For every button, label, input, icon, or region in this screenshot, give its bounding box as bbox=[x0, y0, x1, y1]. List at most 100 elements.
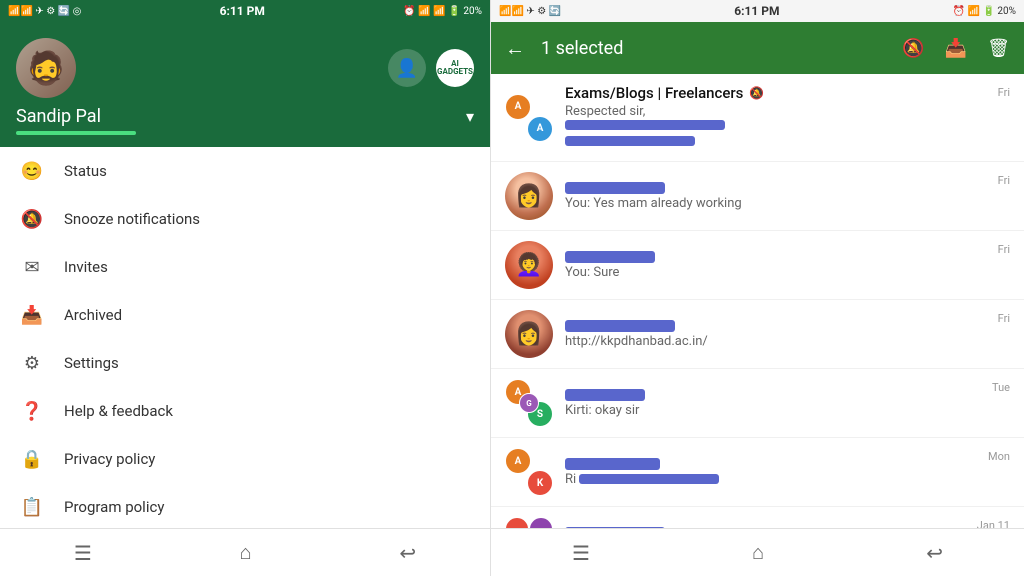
program-icon: 📋 bbox=[20, 495, 44, 519]
chat-item[interactable]: A S G Kirti: okay sir Tue bbox=[491, 369, 1024, 438]
help-icon: ❓ bbox=[20, 399, 44, 423]
chat-content: http://kkpdhanbad.ac.in/ bbox=[565, 320, 986, 349]
chat-item[interactable]: 👩 http://kkpdhanbad.ac.in/ Fri bbox=[491, 300, 1024, 369]
avatar: 👩 bbox=[505, 172, 553, 220]
selected-count: 1 selected bbox=[541, 38, 886, 59]
chat-item[interactable]: to this... Jan 11 bbox=[491, 507, 1024, 528]
menu-label-settings: Settings bbox=[64, 354, 119, 372]
chat-time: Fri bbox=[998, 243, 1010, 256]
privacy-icon: 🔒 bbox=[20, 447, 44, 471]
time-right: 6:11 PM bbox=[734, 4, 779, 18]
chat-preview: Kirti: okay sir bbox=[565, 403, 980, 418]
avatar: 👩 bbox=[505, 310, 553, 358]
menu-label-snooze: Snooze notifications bbox=[64, 210, 200, 228]
person-icon: 👤 bbox=[396, 58, 418, 79]
profile-name: Sandip Pal bbox=[16, 106, 101, 127]
menu-section: 😊 Status 🔕 Snooze notifications ✉ Invite… bbox=[0, 147, 490, 528]
dropdown-arrow-icon[interactable]: ▾ bbox=[466, 107, 474, 126]
menu-item-invites[interactable]: ✉ Invites bbox=[0, 243, 490, 291]
back-nav-right-icon[interactable]: ↩ bbox=[926, 541, 943, 565]
chat-content: Kirti: okay sir bbox=[565, 389, 980, 418]
chat-name bbox=[565, 251, 986, 263]
chat-name bbox=[565, 527, 965, 529]
status-bar-left: 📶📶 ✈ ⚙ 🔄 ◎ 6:11 PM ⏰ 📶 📶 🔋 20% bbox=[0, 0, 490, 22]
chat-name bbox=[565, 320, 986, 332]
right-panel: 📶📶 ✈ ⚙ 🔄 6:11 PM ⏰ 📶 🔋 20% ← 1 selected … bbox=[490, 0, 1024, 576]
chat-content: You: Sure bbox=[565, 251, 986, 280]
back-nav-icon[interactable]: ↩ bbox=[399, 541, 416, 565]
account-icon[interactable]: 👤 bbox=[388, 49, 426, 87]
chat-item[interactable]: A K Ri Mon bbox=[491, 438, 1024, 507]
menu-label-program: Program policy bbox=[64, 498, 164, 516]
action-icons: 🔕 📥 🗑 bbox=[902, 38, 1010, 59]
chat-item[interactable]: A A Exams/Blogs | Freelancers 🔕 Respecte… bbox=[491, 74, 1024, 162]
settings-icon: ⚙ bbox=[20, 351, 44, 375]
profile-status-bar bbox=[16, 131, 136, 135]
left-panel: 📶📶 ✈ ⚙ 🔄 ◎ 6:11 PM ⏰ 📶 📶 🔋 20% 🧔 👤 AIGAD… bbox=[0, 0, 490, 576]
avatar-group: A S G bbox=[505, 379, 553, 427]
muted-icon: 🔕 bbox=[749, 86, 764, 100]
chat-time: Jan 11 bbox=[977, 519, 1010, 528]
profile-header: 🧔 👤 AIGADGETS Sandip Pal ▾ bbox=[0, 22, 490, 147]
chat-content: to this... bbox=[565, 527, 965, 529]
menu-item-snooze[interactable]: 🔕 Snooze notifications bbox=[0, 195, 490, 243]
chat-name: Exams/Blogs | Freelancers 🔕 bbox=[565, 84, 986, 102]
chat-preview: Respected sir, bbox=[565, 104, 986, 151]
chat-content: Exams/Blogs | Freelancers 🔕 Respected si… bbox=[565, 84, 986, 151]
status-icon: 😊 bbox=[20, 159, 44, 183]
chat-time: Fri bbox=[998, 86, 1010, 99]
home-nav-icon[interactable]: ⌂ bbox=[240, 540, 252, 565]
delete-action-icon[interactable]: 🗑 bbox=[987, 38, 1010, 59]
menu-item-archived[interactable]: 📥 Archived bbox=[0, 291, 490, 339]
chat-content: Ri bbox=[565, 458, 976, 487]
menu-label-archived: Archived bbox=[64, 306, 122, 324]
menu-item-help[interactable]: ❓ Help & feedback bbox=[0, 387, 490, 435]
signal-icons-right: 📶📶 ✈ ⚙ 🔄 bbox=[499, 6, 561, 17]
menu-item-settings[interactable]: ⚙ Settings bbox=[0, 339, 490, 387]
chat-preview: You: Sure bbox=[565, 265, 986, 280]
chat-preview: You: Yes mam already working bbox=[565, 196, 986, 211]
chat-name bbox=[565, 389, 980, 401]
menu-label-invites: Invites bbox=[64, 258, 108, 276]
chat-preview: http://kkpdhanbad.ac.in/ bbox=[565, 334, 986, 349]
menu-item-privacy[interactable]: 🔒 Privacy policy bbox=[0, 435, 490, 483]
menu-nav-icon[interactable]: ☰ bbox=[74, 541, 92, 565]
chat-time: Fri bbox=[998, 312, 1010, 325]
archive-action-icon[interactable]: 📥 bbox=[945, 38, 967, 59]
action-header: ← 1 selected 🔕 📥 🗑 bbox=[491, 22, 1024, 74]
chat-name bbox=[565, 182, 986, 194]
battery-right: ⏰ 📶 🔋 20% bbox=[953, 6, 1016, 17]
status-bar-right: 📶📶 ✈ ⚙ 🔄 6:11 PM ⏰ 📶 🔋 20% bbox=[491, 0, 1024, 22]
avatar[interactable]: 🧔 bbox=[16, 38, 76, 98]
time-left: 6:11 PM bbox=[220, 4, 265, 18]
snooze-icon: 🔕 bbox=[20, 207, 44, 231]
chat-name bbox=[565, 458, 976, 470]
chat-time: Tue bbox=[992, 381, 1010, 394]
chat-content: You: Yes mam already working bbox=[565, 182, 986, 211]
menu-label-help: Help & feedback bbox=[64, 402, 173, 420]
menu-label-status: Status bbox=[64, 162, 107, 180]
chat-item[interactable]: 👩 You: Yes mam already working Fri bbox=[491, 162, 1024, 231]
menu-item-program[interactable]: 📋 Program policy bbox=[0, 483, 490, 528]
menu-label-privacy: Privacy policy bbox=[64, 450, 155, 468]
chat-list: A A Exams/Blogs | Freelancers 🔕 Respecte… bbox=[491, 74, 1024, 528]
chat-item[interactable]: 👩‍🦱 You: Sure Fri bbox=[491, 231, 1024, 300]
mute-action-icon[interactable]: 🔕 bbox=[902, 38, 924, 59]
bottom-nav-left: ☰ ⌂ ↩ bbox=[0, 528, 490, 576]
chat-preview: Ri bbox=[565, 472, 976, 487]
chat-time: Fri bbox=[998, 174, 1010, 187]
chat-time: Mon bbox=[988, 450, 1010, 463]
brand-logo[interactable]: AIGADGETS bbox=[436, 49, 474, 87]
home-nav-right-icon[interactable]: ⌂ bbox=[752, 540, 764, 565]
battery-left: ⏰ 📶 📶 🔋 20% bbox=[403, 6, 482, 17]
back-button[interactable]: ← bbox=[505, 36, 525, 61]
bottom-nav-right: ☰ ⌂ ↩ bbox=[491, 528, 1024, 576]
avatar-group bbox=[505, 517, 553, 528]
archived-icon: 📥 bbox=[20, 303, 44, 327]
invites-icon: ✉ bbox=[20, 255, 44, 279]
avatar: 👩‍🦱 bbox=[505, 241, 553, 289]
menu-nav-right-icon[interactable]: ☰ bbox=[572, 541, 590, 565]
avatar-group: A A bbox=[505, 94, 553, 142]
menu-item-status[interactable]: 😊 Status bbox=[0, 147, 490, 195]
avatar-group: A K bbox=[505, 448, 553, 496]
